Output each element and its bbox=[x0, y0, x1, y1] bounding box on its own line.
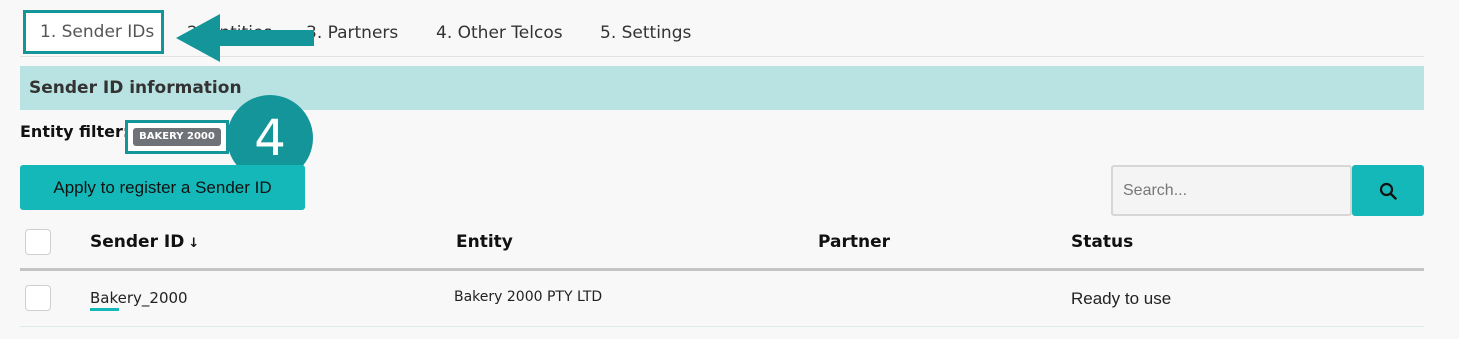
tab-settings[interactable]: 5. Settings bbox=[588, 11, 703, 55]
column-header-sender-id[interactable]: Sender ID ↓ bbox=[90, 232, 199, 252]
section-title: Sender ID information bbox=[29, 78, 242, 98]
column-header-entity: Entity bbox=[456, 232, 513, 252]
sender-id-link[interactable]: Bakery_2000 bbox=[90, 289, 188, 311]
arrow-left-icon bbox=[176, 14, 314, 62]
sender-id-value: Bakery_2000 bbox=[90, 289, 188, 307]
sort-descending-icon: ↓ bbox=[188, 236, 200, 251]
select-all-checkbox[interactable] bbox=[25, 229, 51, 255]
page: 2. Entities 3. Partners 4. Other Telcos … bbox=[0, 0, 1459, 339]
column-header-sender-id-label: Sender ID bbox=[90, 232, 185, 252]
status-cell: Ready to use bbox=[1071, 289, 1172, 308]
table-header: Sender ID ↓ Entity Partner Status bbox=[20, 220, 1424, 271]
search-input[interactable] bbox=[1111, 165, 1352, 216]
tab-other-telcos[interactable]: 4. Other Telcos bbox=[424, 11, 575, 55]
row-checkbox[interactable] bbox=[25, 285, 51, 311]
entity-cell: Bakery 2000 PTY LTD bbox=[454, 289, 603, 305]
tab-sender-ids[interactable]: 1. Sender IDs bbox=[23, 10, 164, 54]
tab-sender-ids-label: 1. Sender IDs bbox=[40, 22, 155, 42]
link-underline bbox=[90, 308, 119, 311]
entity-filter-label: Entity filter: bbox=[20, 122, 130, 141]
column-header-partner: Partner bbox=[818, 232, 891, 252]
search-icon bbox=[1379, 182, 1397, 200]
apply-register-sender-id-button[interactable]: Apply to register a Sender ID bbox=[20, 165, 305, 210]
section-header: Sender ID information bbox=[20, 66, 1424, 110]
column-header-status: Status bbox=[1071, 232, 1134, 252]
search-button[interactable] bbox=[1352, 165, 1424, 216]
entity-filter-tag[interactable]: BAKERY 2000 bbox=[133, 128, 221, 146]
entity-filter-highlight: BAKERY 2000 bbox=[125, 120, 229, 154]
table-row: Bakery_2000 Bakery 2000 PTY LTD Ready to… bbox=[20, 271, 1424, 327]
